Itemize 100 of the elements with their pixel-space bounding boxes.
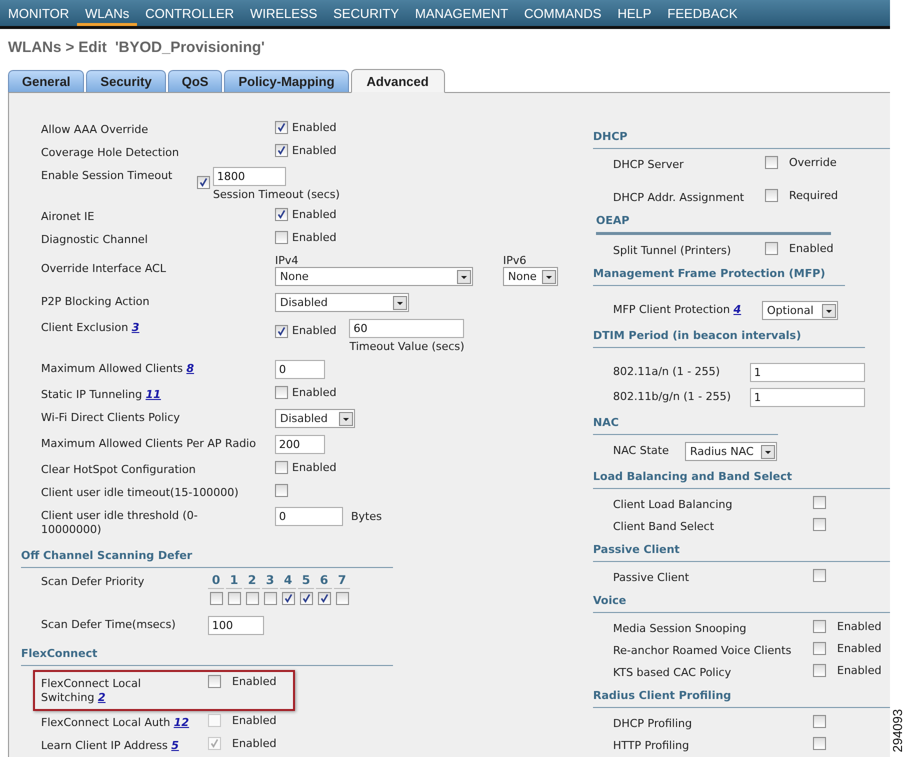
- checkbox[interactable]: [275, 461, 288, 474]
- field-label: Maximum Allowed Clients 8: [41, 361, 196, 376]
- footnote-link[interactable]: 2: [98, 691, 106, 704]
- checkbox[interactable]: [210, 592, 222, 605]
- dropdown[interactable]: Disabled: [275, 409, 355, 428]
- nav-menu-item[interactable]: WLANs: [77, 0, 138, 26]
- checkbox[interactable]: [813, 496, 826, 509]
- field-label: MFP Client Protection 4: [613, 302, 742, 317]
- field-label: Coverage Hole Detection: [41, 145, 180, 160]
- caret-icon: [393, 296, 407, 310]
- checkbox[interactable]: [282, 592, 294, 605]
- text-field[interactable]: 0: [275, 507, 343, 526]
- tab[interactable]: Advanced: [350, 69, 445, 93]
- text-field[interactable]: 60: [349, 319, 464, 338]
- text-field[interactable]: 0: [275, 360, 325, 379]
- priority-number: 0: [208, 573, 224, 589]
- footnote-link[interactable]: 8: [186, 362, 194, 375]
- text-field[interactable]: 1800: [213, 167, 286, 186]
- field-label: Client user idle timeout(15-100000): [41, 485, 240, 500]
- section-heading: Off Channel Scanning Defer: [21, 545, 393, 568]
- nav-menu-item[interactable]: COMMANDS: [516, 0, 610, 26]
- option-label: Enabled: [231, 675, 276, 688]
- dropdown[interactable]: Radius NAC: [685, 442, 777, 461]
- checkbox[interactable]: [246, 592, 258, 605]
- field-label: Aironet IE: [41, 209, 96, 224]
- checkbox[interactable]: [228, 592, 240, 605]
- checkbox[interactable]: [197, 176, 210, 189]
- checkbox[interactable]: [300, 592, 312, 605]
- nav-menu-item[interactable]: FEEDBACK: [659, 0, 746, 26]
- checkbox[interactable]: [275, 231, 288, 244]
- checkbox[interactable]: [264, 592, 276, 605]
- nav-menu-item[interactable]: SECURITY: [325, 0, 407, 26]
- field-label: Client user idle threshold (0-10000000): [41, 508, 199, 537]
- priority-number: 5: [298, 573, 314, 589]
- option-label: Enabled: [836, 620, 882, 633]
- field-label: DHCP Addr. Assignment: [613, 190, 746, 205]
- section-heading: Voice: [593, 590, 890, 613]
- checkbox[interactable]: [813, 664, 826, 677]
- text-field[interactable]: 200: [275, 435, 325, 454]
- field-label: Override Interface ACL: [41, 261, 167, 276]
- checkbox[interactable]: [813, 518, 826, 531]
- section-heading: Management Frame Protection (MFP): [593, 263, 845, 286]
- checkbox[interactable]: [765, 156, 778, 169]
- checkbox[interactable]: [275, 484, 288, 497]
- nav-menu-item[interactable]: CONTROLLER: [137, 0, 242, 26]
- option-label: Enabled: [836, 664, 882, 677]
- checkbox[interactable]: [318, 592, 330, 605]
- dropdown[interactable]: Optional: [762, 301, 838, 320]
- checkbox[interactable]: [813, 620, 826, 633]
- dropdown[interactable]: None: [503, 267, 558, 286]
- checkbox[interactable]: [275, 386, 288, 399]
- caret-icon: [339, 412, 353, 426]
- checkbox[interactable]: [275, 325, 288, 338]
- tab[interactable]: Policy-Mapping: [224, 70, 349, 92]
- checkbox[interactable]: [275, 121, 288, 134]
- page-title: WLANs > Edit 'BYOD_Provisioning': [8, 39, 266, 56]
- checkbox[interactable]: [275, 208, 288, 221]
- field-label: FlexConnect Local Switching 2: [41, 676, 142, 705]
- priority-number: 3: [262, 573, 278, 589]
- tab[interactable]: QoS: [168, 70, 222, 92]
- checkbox[interactable]: [813, 642, 826, 655]
- checkbox[interactable]: [765, 189, 778, 202]
- field-label: P2P Blocking Action: [41, 294, 150, 309]
- checkbox[interactable]: [275, 144, 288, 157]
- footnote-link[interactable]: 4: [733, 303, 742, 316]
- tab[interactable]: Security: [86, 70, 166, 92]
- unit-label: Bytes: [351, 510, 382, 523]
- field-label: Allow AAA Override: [41, 122, 150, 137]
- priority-number: 6: [316, 573, 332, 589]
- checkbox[interactable]: [336, 592, 348, 605]
- text-field[interactable]: 1: [750, 388, 865, 407]
- field-label: Clear HotSpot Configuration: [41, 462, 197, 477]
- option-label: Enabled: [291, 144, 336, 157]
- nav-menu-item[interactable]: HELP: [609, 0, 660, 26]
- nav-menu-item[interactable]: MONITOR: [0, 0, 78, 26]
- field-label: KTS based CAC Policy: [613, 665, 732, 680]
- checkbox[interactable]: [813, 715, 826, 728]
- checkbox[interactable]: [765, 242, 778, 255]
- column-label: IPv6: [503, 254, 528, 267]
- dropdown[interactable]: None: [275, 267, 473, 286]
- field-label: Diagnostic Channel: [41, 232, 149, 247]
- text-field[interactable]: 1: [750, 363, 865, 382]
- field-caption: Session Timeout (secs): [213, 187, 340, 201]
- section-heading: DTIM Period (in beacon intervals): [593, 325, 865, 348]
- option-label: Enabled: [231, 714, 276, 727]
- option-label: Override: [788, 156, 837, 169]
- text-field[interactable]: 100: [208, 616, 264, 635]
- priority-number: 4: [280, 573, 296, 589]
- nav-menu-item[interactable]: WIRELESS: [242, 0, 326, 26]
- checkbox[interactable]: [813, 569, 826, 582]
- footnote-link[interactable]: 11: [146, 388, 161, 401]
- tab[interactable]: General: [8, 70, 84, 92]
- footnote-link[interactable]: 3: [132, 321, 140, 334]
- field-label: Media Session Snooping: [613, 621, 748, 636]
- field-label: Passive Client: [613, 570, 690, 585]
- checkbox[interactable]: [208, 675, 221, 688]
- checkbox[interactable]: [813, 737, 826, 750]
- nav-menu-item[interactable]: MANAGEMENT: [407, 0, 516, 26]
- priority-number: 1: [226, 573, 242, 589]
- dropdown[interactable]: Disabled: [275, 293, 409, 312]
